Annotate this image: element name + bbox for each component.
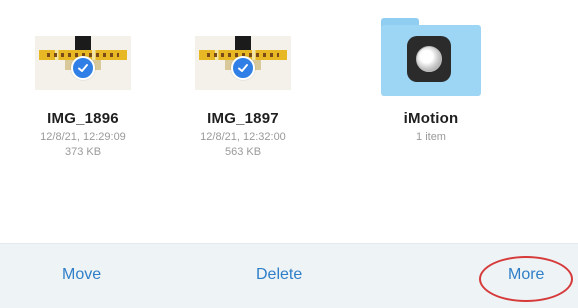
folder-name: iMotion bbox=[403, 110, 459, 127]
folder-item-count: 1 item bbox=[416, 131, 446, 143]
checkmark-icon bbox=[231, 56, 255, 80]
file-name: IMG_1897 bbox=[207, 110, 279, 127]
image-thumbnail[interactable] bbox=[31, 12, 135, 96]
bottom-toolbar: Move Delete More bbox=[0, 243, 578, 308]
file-name: IMG_1896 bbox=[47, 110, 119, 127]
file-item[interactable]: IMG_1897 12/8/21, 12:32:00 563 KB bbox=[168, 12, 318, 160]
file-size: 563 KB bbox=[224, 146, 262, 158]
move-button[interactable]: Move bbox=[62, 266, 101, 284]
folder-thumbnail[interactable] bbox=[379, 12, 483, 96]
file-size: 373 KB bbox=[64, 146, 102, 158]
file-date: 12/8/21, 12:29:09 bbox=[40, 131, 126, 143]
folder-icon bbox=[381, 18, 481, 96]
folder-item[interactable]: iMotion 1 item bbox=[356, 12, 506, 145]
image-thumbnail[interactable] bbox=[191, 12, 295, 96]
file-date: 12/8/21, 12:32:00 bbox=[200, 131, 286, 143]
files-screen: IMG_1896 12/8/21, 12:29:09 373 KB IMG_18… bbox=[0, 0, 578, 308]
checkmark-icon bbox=[71, 56, 95, 80]
file-item[interactable]: IMG_1896 12/8/21, 12:29:09 373 KB bbox=[8, 12, 158, 160]
imotion-app-icon bbox=[407, 36, 451, 82]
delete-button[interactable]: Delete bbox=[256, 266, 302, 284]
more-button[interactable]: More bbox=[508, 266, 544, 284]
